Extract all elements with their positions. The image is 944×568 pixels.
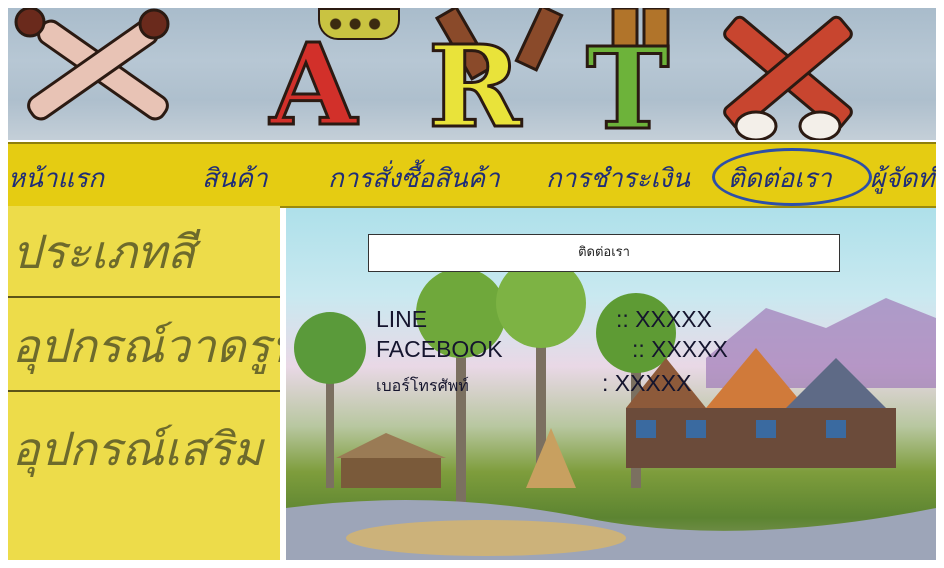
contact-value-facebook: :: XXXXX xyxy=(632,336,728,362)
site-banner: A R T xyxy=(8,8,936,151)
contact-value-phone: : XXXXX xyxy=(602,370,692,396)
contact-panel: ติดต่อเรา LINE :: XXXXX FACEBOOK :: XXXX… xyxy=(286,208,936,560)
contact-value-line: :: XXXXX xyxy=(616,306,712,332)
crossed-brushes-left-icon xyxy=(14,8,170,121)
menu-item-home[interactable]: หน้าแรก xyxy=(8,158,104,199)
sidebar-item-paint-types[interactable]: ประเภทสี xyxy=(8,206,280,298)
page-frame: A R T หน้าแรก สินค้า การสั่งซื้อสินค้า ก… xyxy=(8,8,936,560)
contact-title: ติดต่อเรา xyxy=(368,234,840,272)
menu-item-creators[interactable]: ผู้จัดทำ xyxy=(870,158,936,199)
active-menu-highlight xyxy=(712,148,872,206)
contact-label-phone: เบอร์โทรศัพท์ xyxy=(376,378,469,395)
banner-letter-a: A xyxy=(269,20,359,151)
sidebar-item-accessories[interactable]: อุปกรณ์เสริม xyxy=(8,394,280,524)
contact-label-facebook: FACEBOOK xyxy=(376,336,503,362)
menu-item-payment[interactable]: การชำระเงิน xyxy=(546,158,690,199)
banner-letter-r: R xyxy=(426,22,522,153)
menu-item-ordering[interactable]: การสั่งซื้อสินค้า xyxy=(328,158,500,199)
sidebar-item-drawing-tools[interactable]: อุปกรณ์วาดรูป xyxy=(8,300,280,392)
contact-label-line: LINE xyxy=(376,306,428,332)
category-sidebar: ประเภทสี อุปกรณ์วาดรูป อุปกรณ์เสริม xyxy=(8,206,280,560)
menu-item-products[interactable]: สินค้า xyxy=(202,158,268,199)
main-menu: หน้าแรก สินค้า การสั่งซื้อสินค้า การชำระ… xyxy=(8,142,936,208)
crossed-pencils-right-icon xyxy=(723,15,853,142)
banner-letter-t: T xyxy=(584,24,670,155)
